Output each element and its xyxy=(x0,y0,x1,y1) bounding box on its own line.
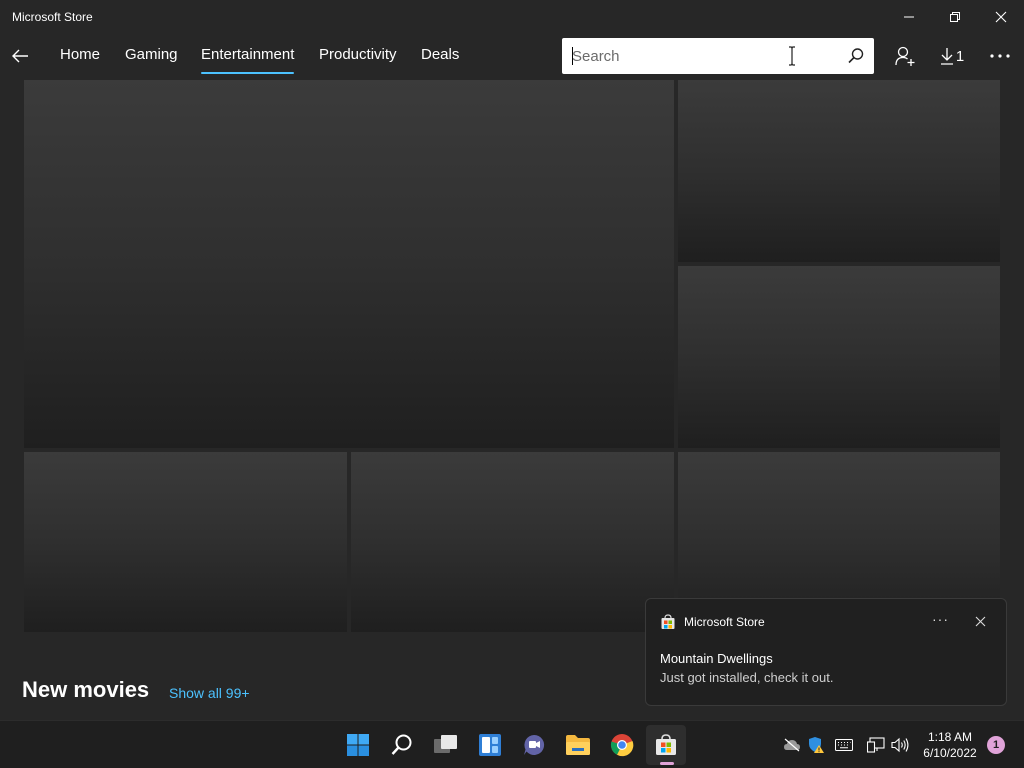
shield-warning-icon xyxy=(809,737,824,753)
more-options-button[interactable] xyxy=(988,42,1012,70)
toast-body: Just got installed, check it out. xyxy=(660,670,834,685)
notification-badge[interactable]: 1 xyxy=(987,736,1005,754)
downloads-button[interactable]: 1 xyxy=(938,42,966,70)
clock-time: 1:18 AM xyxy=(927,730,973,744)
windows-start-icon xyxy=(347,734,369,756)
window-title: Microsoft Store xyxy=(12,10,93,24)
featured-tile-1[interactable] xyxy=(678,80,1000,262)
task-view-button[interactable] xyxy=(432,731,460,759)
teams-chat-button[interactable] xyxy=(520,731,548,759)
tab-entertainment[interactable]: Entertainment xyxy=(201,46,295,74)
arrow-left-icon xyxy=(12,49,28,63)
active-app-indicator xyxy=(660,762,674,765)
speaker-icon xyxy=(891,737,909,753)
toast-app-name: Microsoft Store xyxy=(684,615,765,629)
clock-date: 6/10/2022 xyxy=(923,746,977,760)
clock[interactable]: 1:18 AM 6/10/2022 xyxy=(916,729,984,761)
cloud-off-icon xyxy=(784,738,800,752)
close-icon xyxy=(975,616,985,626)
search-box[interactable] xyxy=(562,38,874,74)
toast-notification[interactable]: Microsoft Store ··· Mountain Dwellings J… xyxy=(645,598,1007,706)
minimize-icon xyxy=(904,16,914,18)
downloads-count: 1 xyxy=(955,47,965,65)
widgets-button[interactable] xyxy=(476,731,504,759)
section-title: New movies xyxy=(22,677,150,702)
featured-tile-4[interactable] xyxy=(351,452,674,632)
download-icon xyxy=(940,48,953,65)
store-app-icon xyxy=(661,614,675,629)
restore-icon xyxy=(950,12,960,22)
chat-icon xyxy=(524,734,545,755)
close-icon xyxy=(995,11,1007,23)
keyboard-icon xyxy=(835,739,853,751)
taskbar-search-button[interactable] xyxy=(388,731,416,759)
widgets-icon xyxy=(479,734,501,756)
store-icon xyxy=(656,734,676,755)
more-horizontal-icon xyxy=(990,54,1010,58)
show-all-link[interactable]: Show all 99+ xyxy=(169,685,250,701)
hero-tile[interactable] xyxy=(24,80,674,448)
network-icon xyxy=(867,737,885,753)
start-button[interactable] xyxy=(344,731,372,759)
featured-tile-2[interactable] xyxy=(678,266,1000,448)
nav-bar: Home Gaming Entertainment Productivity D… xyxy=(0,36,1024,76)
microsoft-store-taskbar-button[interactable] xyxy=(646,725,686,765)
taskbar: 1:18 AM 6/10/2022 1 xyxy=(0,720,1024,768)
toast-more-button[interactable]: ··· xyxy=(932,611,949,627)
close-window-button[interactable] xyxy=(978,0,1024,34)
text-caret xyxy=(572,47,573,65)
toast-title: Mountain Dwellings xyxy=(660,651,773,666)
toast-close-button[interactable] xyxy=(972,613,988,629)
keyboard-tray-button[interactable] xyxy=(834,735,854,755)
restore-button[interactable] xyxy=(932,0,978,34)
account-button[interactable] xyxy=(892,42,918,70)
volume-tray-button[interactable] xyxy=(890,735,910,755)
tab-home[interactable]: Home xyxy=(60,46,100,74)
file-explorer-button[interactable] xyxy=(564,731,592,759)
task-view-icon xyxy=(434,735,457,753)
security-tray-button[interactable] xyxy=(806,735,826,755)
tab-productivity[interactable]: Productivity xyxy=(319,46,397,74)
search-icon xyxy=(391,734,412,755)
folder-icon xyxy=(566,735,590,755)
onedrive-tray-button[interactable] xyxy=(782,735,802,755)
add-user-icon xyxy=(895,46,915,66)
title-bar: Microsoft Store xyxy=(0,0,1024,34)
tab-deals[interactable]: Deals xyxy=(421,46,459,74)
chrome-button[interactable] xyxy=(608,731,636,759)
network-tray-button[interactable] xyxy=(866,735,886,755)
featured-tile-3[interactable] xyxy=(24,452,347,632)
tab-gaming[interactable]: Gaming xyxy=(125,46,178,74)
ibeam-cursor-icon xyxy=(789,46,795,66)
back-button[interactable] xyxy=(6,42,34,70)
search-icon[interactable] xyxy=(846,46,866,66)
minimize-button[interactable] xyxy=(886,0,932,34)
chrome-icon xyxy=(610,734,634,757)
